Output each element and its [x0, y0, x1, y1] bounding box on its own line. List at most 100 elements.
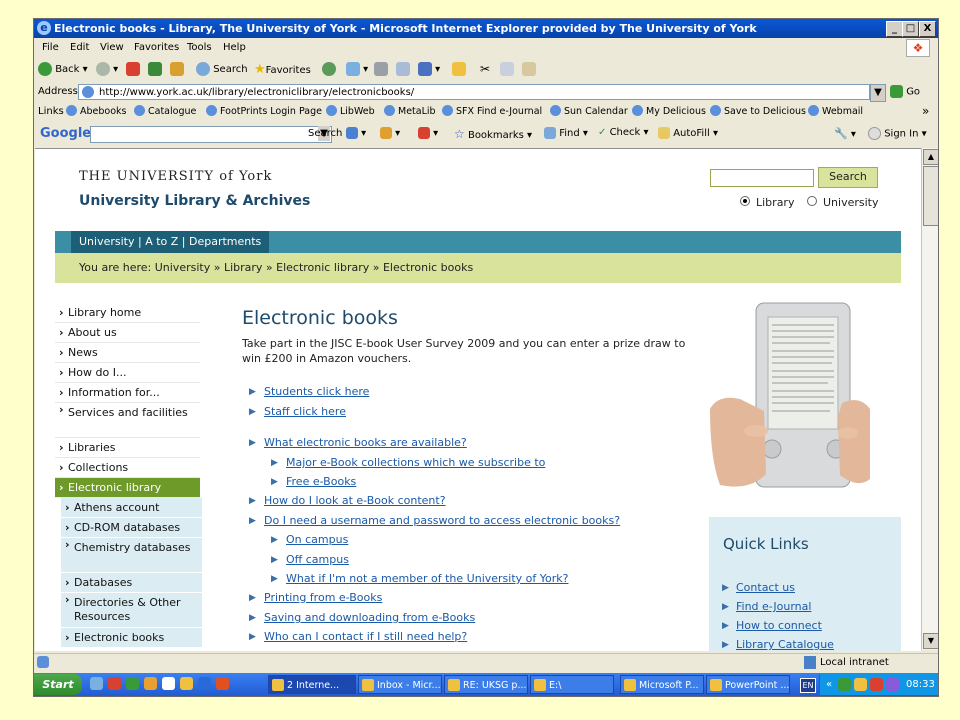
sidebar-item-how-do-i[interactable]: How do I... — [55, 363, 200, 383]
clock[interactable]: 08:33 — [906, 674, 935, 695]
paste-button[interactable] — [522, 62, 536, 76]
sidebar-item-collections[interactable]: Collections — [55, 458, 200, 478]
copy-button[interactable] — [500, 62, 514, 76]
link-contact-help[interactable]: Who can I contact if I still need help? — [264, 630, 467, 643]
quicklaunch-firefox-icon[interactable] — [216, 677, 229, 690]
start-button[interactable]: Start — [34, 674, 82, 695]
cut-button[interactable]: ✂ — [480, 62, 490, 76]
link-footprints[interactable]: FootPrints Login Page — [206, 105, 322, 117]
link-metalib[interactable]: MetaLib — [384, 105, 436, 117]
quick-link-library-catalogue[interactable]: Library Catalogue — [736, 638, 834, 651]
link-sfx[interactable]: SFX Find e-Journal — [442, 105, 542, 117]
quicklaunch-ie-icon[interactable] — [198, 677, 211, 690]
link-username-password[interactable]: Do I need a username and password to acc… — [264, 514, 620, 527]
radio-library[interactable]: Library — [740, 196, 794, 209]
check-button[interactable]: ✓ Check ▾ — [598, 127, 649, 138]
global-nav-links[interactable]: University | A to Z | Departments — [71, 231, 270, 253]
menu-file[interactable]: File — [42, 42, 59, 53]
address-input[interactable]: http://www.york.ac.uk/library/electronic… — [78, 84, 870, 100]
link-what-available[interactable]: What electronic books are available? — [264, 436, 467, 449]
breadcrumb-text[interactable]: You are here: University » Library » Ele… — [79, 261, 473, 274]
menu-favorites[interactable]: Favorites — [134, 42, 179, 53]
sidebar-item-libraries[interactable]: Libraries — [55, 438, 200, 458]
close-button[interactable]: X — [919, 21, 936, 37]
sidebar-item-electronic-library[interactable]: Electronic library — [55, 478, 200, 498]
quicklaunch-app-icon[interactable] — [108, 677, 121, 690]
link-how-look[interactable]: How do I look at e-Book content? — [264, 494, 446, 507]
site-search-button[interactable]: Search — [818, 167, 878, 188]
refresh-button[interactable] — [148, 62, 162, 76]
vertical-scrollbar[interactable]: ▲ ▼ — [921, 148, 938, 650]
google-settings-button[interactable]: 🔧 ▾ — [834, 127, 856, 140]
home-button[interactable] — [170, 62, 184, 76]
minimize-button[interactable]: _ — [886, 21, 903, 37]
tray-expand-icon[interactable]: « — [826, 674, 832, 695]
link-not-member[interactable]: What if I'm not a member of the Universi… — [286, 572, 568, 585]
word-button[interactable]: ▾ — [418, 62, 440, 76]
link-major-collections[interactable]: Major e-Book collections which we subscr… — [286, 456, 545, 469]
link-saving[interactable]: Saving and downloading from e-Books — [264, 611, 475, 624]
task-internet-explorer[interactable]: 2 Interne... — [268, 675, 356, 694]
sidebar-item-about-us[interactable]: About us — [55, 323, 200, 343]
address-dropdown-button[interactable]: ▼ — [870, 84, 886, 102]
maximize-button[interactable]: □ — [902, 21, 919, 37]
task-microsoft-p[interactable]: Microsoft P... — [620, 675, 704, 694]
menu-help[interactable]: Help — [223, 42, 246, 53]
google-pagerank-button[interactable]: ▾ — [380, 127, 400, 139]
stop-button[interactable] — [126, 62, 140, 76]
google-up-button[interactable]: ▾ — [346, 127, 366, 139]
menu-tools[interactable]: Tools — [187, 42, 212, 53]
quicklaunch-app-icon[interactable] — [126, 677, 139, 690]
search-button[interactable]: Search — [196, 62, 248, 76]
tray-app-icon[interactable] — [870, 678, 883, 691]
link-staff[interactable]: Staff click here — [264, 405, 346, 418]
sidebar-subitem-directories[interactable]: Directories & Other Resources — [61, 593, 202, 628]
sidebar-subitem-cd-rom[interactable]: CD-ROM databases — [61, 518, 202, 538]
scroll-up-icon[interactable]: ▲ — [923, 149, 938, 165]
sidebar-subitem-chemistry[interactable]: Chemistry databases — [61, 538, 202, 573]
sidebar-subitem-electronic-books[interactable]: Electronic books — [61, 628, 202, 648]
google-popup-button[interactable]: ▾ — [418, 127, 438, 139]
task-re-uksg[interactable]: RE: UKSG p... — [444, 675, 528, 694]
link-my-delicious[interactable]: My Delicious — [632, 105, 706, 117]
task-explorer-e[interactable]: E:\ — [530, 675, 614, 694]
print-button[interactable] — [374, 62, 388, 76]
quick-link-contact[interactable]: Contact us — [736, 581, 795, 594]
link-catalogue[interactable]: Catalogue — [134, 105, 196, 117]
tray-app-icon[interactable] — [854, 678, 867, 691]
link-on-campus[interactable]: On campus — [286, 533, 348, 546]
google-search-button[interactable]: Search — [308, 128, 342, 139]
links-more-button[interactable]: » — [922, 104, 929, 118]
link-webmail[interactable]: Webmail — [808, 105, 863, 117]
favorites-button[interactable]: ★Favorites — [254, 62, 311, 77]
quicklaunch-app-icon[interactable] — [162, 677, 175, 690]
sidebar-item-news[interactable]: News — [55, 343, 200, 363]
google-search-input[interactable] — [90, 126, 332, 143]
sidebar-subitem-databases[interactable]: Databases — [61, 573, 202, 593]
radio-university[interactable]: University — [807, 196, 879, 209]
go-button[interactable]: Go — [890, 85, 920, 98]
link-free-ebooks[interactable]: Free e-Books — [286, 475, 356, 488]
quick-link-how-to-connect[interactable]: How to connect — [736, 619, 822, 632]
quick-link-find-ejournal[interactable]: Find e-Journal — [736, 600, 811, 613]
bookmarks-button[interactable]: ☆ Bookmarks ▾ — [454, 127, 532, 141]
task-inbox[interactable]: Inbox - Micr... — [358, 675, 442, 694]
sidebar-item-library-home[interactable]: Library home — [55, 303, 200, 323]
forward-button[interactable]: ▾ — [96, 62, 118, 76]
quicklaunch-desktop-icon[interactable] — [90, 677, 103, 690]
sidebar-item-information-for[interactable]: Information for... — [55, 383, 200, 403]
scroll-thumb[interactable] — [923, 166, 938, 226]
sidebar-subitem-athens[interactable]: Athens account — [61, 498, 202, 518]
autofill-button[interactable]: AutoFill ▾ — [658, 127, 718, 139]
link-sun-calendar[interactable]: Sun Calendar — [550, 105, 628, 117]
link-printing[interactable]: Printing from e-Books — [264, 591, 382, 604]
site-search-input[interactable] — [710, 169, 814, 187]
sidebar-item-services[interactable]: Services and facilities — [55, 403, 200, 438]
find-button[interactable]: Find ▾ — [544, 127, 588, 139]
sign-in-button[interactable]: Sign In ▾ — [868, 127, 927, 140]
edit-button[interactable] — [396, 62, 410, 76]
history-button[interactable] — [322, 62, 336, 76]
link-abebooks[interactable]: Abebooks — [66, 105, 126, 117]
menu-edit[interactable]: Edit — [70, 42, 89, 53]
language-indicator[interactable]: EN — [800, 678, 816, 693]
